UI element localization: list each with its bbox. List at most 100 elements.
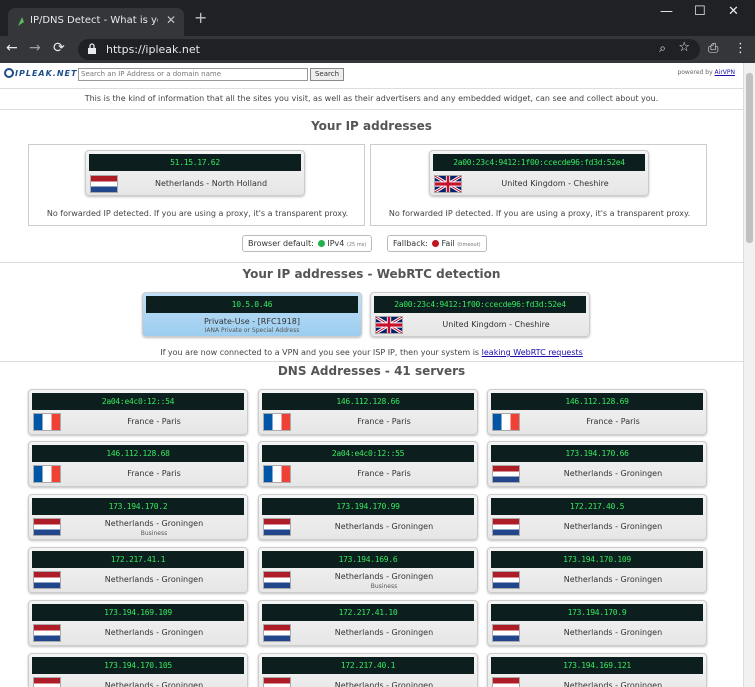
dns-location: France - Paris — [127, 417, 181, 426]
netherlands-flag-icon — [33, 677, 61, 687]
netherlands-flag-icon — [263, 624, 291, 642]
fallback-badge: Fallback: Fail (timeout) — [387, 235, 487, 252]
ip-location: United Kingdom - Cheshire — [501, 179, 609, 188]
powered-prefix: powered by — [677, 69, 713, 76]
netherlands-flag-icon — [492, 677, 520, 687]
dns-server-card: 173.194.170.99 Netherlands - Groningen — [258, 494, 478, 540]
netherlands-flag-icon — [492, 624, 520, 642]
dns-ip-address: 173.194.170.9 — [491, 604, 703, 621]
browser-tab[interactable]: IP/DNS Detect - What is your IP, ✕ — [8, 8, 184, 36]
divider — [0, 262, 743, 263]
dns-ip-address: 173.194.169.6 — [262, 551, 474, 568]
ip-subnote: IANA Private or Special Address — [204, 327, 300, 334]
dns-ip-address: 172.217.41.1 — [32, 551, 244, 568]
extension-icon[interactable]: ⎙ — [708, 41, 718, 56]
section-title-ip: Your IP addresses — [311, 119, 432, 133]
dns-server-card: 173.194.170.109 Netherlands - Groningen — [487, 547, 707, 593]
dns-server-card: 172.217.41.10 Netherlands - Groningen — [258, 600, 478, 646]
fallback-value: Fail — [441, 239, 455, 248]
divider — [0, 88, 743, 89]
dns-ip-address: 146.112.128.68 — [32, 445, 244, 462]
dns-location: Netherlands - Groningen — [334, 522, 434, 531]
airvpn-link[interactable]: AirVPN — [715, 69, 735, 76]
minimize-icon[interactable]: — — [660, 4, 673, 19]
dns-location: Netherlands - Groningen — [334, 572, 434, 581]
zoom-icon[interactable]: ⌕ — [659, 41, 666, 56]
tab-favicon-icon — [18, 17, 24, 26]
ip-address: 10.5.0.46 — [146, 296, 358, 313]
uk-flag-icon — [434, 175, 462, 193]
bookmark-star-icon[interactable]: ☆ — [678, 40, 690, 55]
intro-text: This is the kind of information that all… — [84, 94, 659, 103]
webrtc-card: 10.5.0.46 Private-Use - [RFC1918] IANA P… — [142, 292, 362, 337]
france-flag-icon — [263, 413, 291, 431]
scrollbar[interactable] — [743, 63, 755, 687]
dns-ip-address: 172.217.40.5 — [491, 498, 703, 515]
dns-location: Netherlands - Groningen — [563, 681, 663, 687]
maximize-icon[interactable]: ☐ — [694, 4, 706, 19]
fail-status-icon — [432, 240, 440, 247]
netherlands-flag-icon — [33, 518, 61, 536]
dns-location: Netherlands - Groningen — [563, 575, 663, 584]
dns-location: France - Paris — [127, 469, 181, 478]
reload-icon[interactable]: ⟳ — [53, 40, 65, 56]
ip-box: 51.15.17.62 Netherlands - North Holland … — [28, 144, 365, 226]
ip-location: Netherlands - North Holland — [154, 179, 268, 188]
window-close-icon[interactable]: ✕ — [728, 4, 739, 19]
dns-server-card: 173.194.170.9 Netherlands - Groningen — [487, 600, 707, 646]
forward-icon[interactable]: → — [29, 40, 41, 56]
search-button[interactable]: Search — [310, 68, 344, 81]
divider — [0, 109, 743, 110]
dns-ip-address: 2a04:e4c0:12::55 — [262, 445, 474, 462]
search-input[interactable]: Search an IP Address or a domain name — [78, 68, 308, 81]
tab-close-icon[interactable]: ✕ — [166, 13, 176, 27]
dns-ip-address: 173.194.169.109 — [32, 604, 244, 621]
dns-server-card: 173.194.169.109 Netherlands - Groningen — [28, 600, 248, 646]
ip-box: 2a00:23c4:9412:1f00:ccecde96:fd3d:52e4 U… — [370, 144, 707, 226]
menu-kebab-icon[interactable]: ⋮ — [734, 41, 747, 56]
forwarded-note: No forwarded IP detected. If you are usi… — [46, 209, 349, 218]
dns-server-card: 172.217.41.1 Netherlands - Groningen — [28, 547, 248, 593]
dns-location: France - Paris — [357, 417, 411, 426]
dns-ip-address: 173.194.170.99 — [262, 498, 474, 515]
page-content: IPLEAK.NET Search an IP Address or a dom… — [0, 63, 743, 687]
dns-location: Netherlands - Groningen — [104, 681, 204, 687]
dns-ip-address: 172.217.40.1 — [262, 657, 474, 674]
address-bar: ← → ⟳ https://ipleak.net ⌕ ☆ — [0, 36, 755, 63]
section-title-dns: DNS Addresses - 41 servers — [277, 364, 466, 378]
netherlands-flag-icon — [492, 518, 520, 536]
browser-default-value: IPv4 — [327, 239, 345, 248]
ip-card: 2a00:23c4:9412:1f00:ccecde96:fd3d:52e4 U… — [429, 150, 649, 196]
back-icon[interactable]: ← — [6, 40, 18, 56]
netherlands-flag-icon — [263, 677, 291, 687]
webrtc-card: 2a00:23c4:9412:1f00:ccecde96:fd3d:52e4 U… — [370, 292, 590, 337]
dns-location: Netherlands - Groningen — [563, 522, 663, 531]
site-logo[interactable]: IPLEAK.NET — [4, 68, 77, 78]
ip-location: Private-Use - [RFC1918] — [203, 317, 301, 326]
dns-ip-address: 146.112.128.66 — [262, 393, 474, 410]
browser-default-label: Browser default: — [248, 239, 314, 248]
dns-location: France - Paris — [586, 417, 640, 426]
url-field[interactable]: https://ipleak.net ⌕ ☆ — [78, 39, 700, 60]
section-title-webrtc: Your IP addresses - WebRTC detection — [242, 267, 501, 281]
logo-text: IPLEAK.NET — [15, 69, 78, 78]
france-flag-icon — [492, 413, 520, 431]
browser-default-time: (25 ms) — [346, 242, 367, 248]
france-flag-icon — [33, 465, 61, 483]
dns-subnote: Business — [140, 530, 168, 537]
dns-server-card: 2a04:e4c0:12::54 France - Paris — [28, 389, 248, 435]
dns-server-card: 146.112.128.69 France - Paris — [487, 389, 707, 435]
dns-server-card: 172.217.40.5 Netherlands - Groningen — [487, 494, 707, 540]
dns-server-card: 173.194.169.121 Netherlands - Groningen — [487, 653, 707, 687]
dns-location: Netherlands - Groningen — [334, 628, 434, 637]
browser-default-badge: Browser default: IPv4 (25 ms) — [242, 235, 373, 252]
dns-ip-address: 146.112.128.69 — [491, 393, 703, 410]
new-tab-icon[interactable]: + — [194, 8, 207, 27]
forwarded-note: No forwarded IP detected. If you are usi… — [388, 209, 691, 218]
webrtc-leak-link[interactable]: leaking WebRTC requests — [482, 348, 583, 357]
dns-server-card: 2a04:e4c0:12::55 France - Paris — [258, 441, 478, 487]
scrollbar-thumb[interactable] — [746, 73, 753, 243]
fallback-label: Fallback: — [393, 239, 428, 248]
dns-ip-address: 173.194.170.2 — [32, 498, 244, 515]
tab-bar: IP/DNS Detect - What is your IP, ✕ + — ☐… — [0, 0, 755, 36]
